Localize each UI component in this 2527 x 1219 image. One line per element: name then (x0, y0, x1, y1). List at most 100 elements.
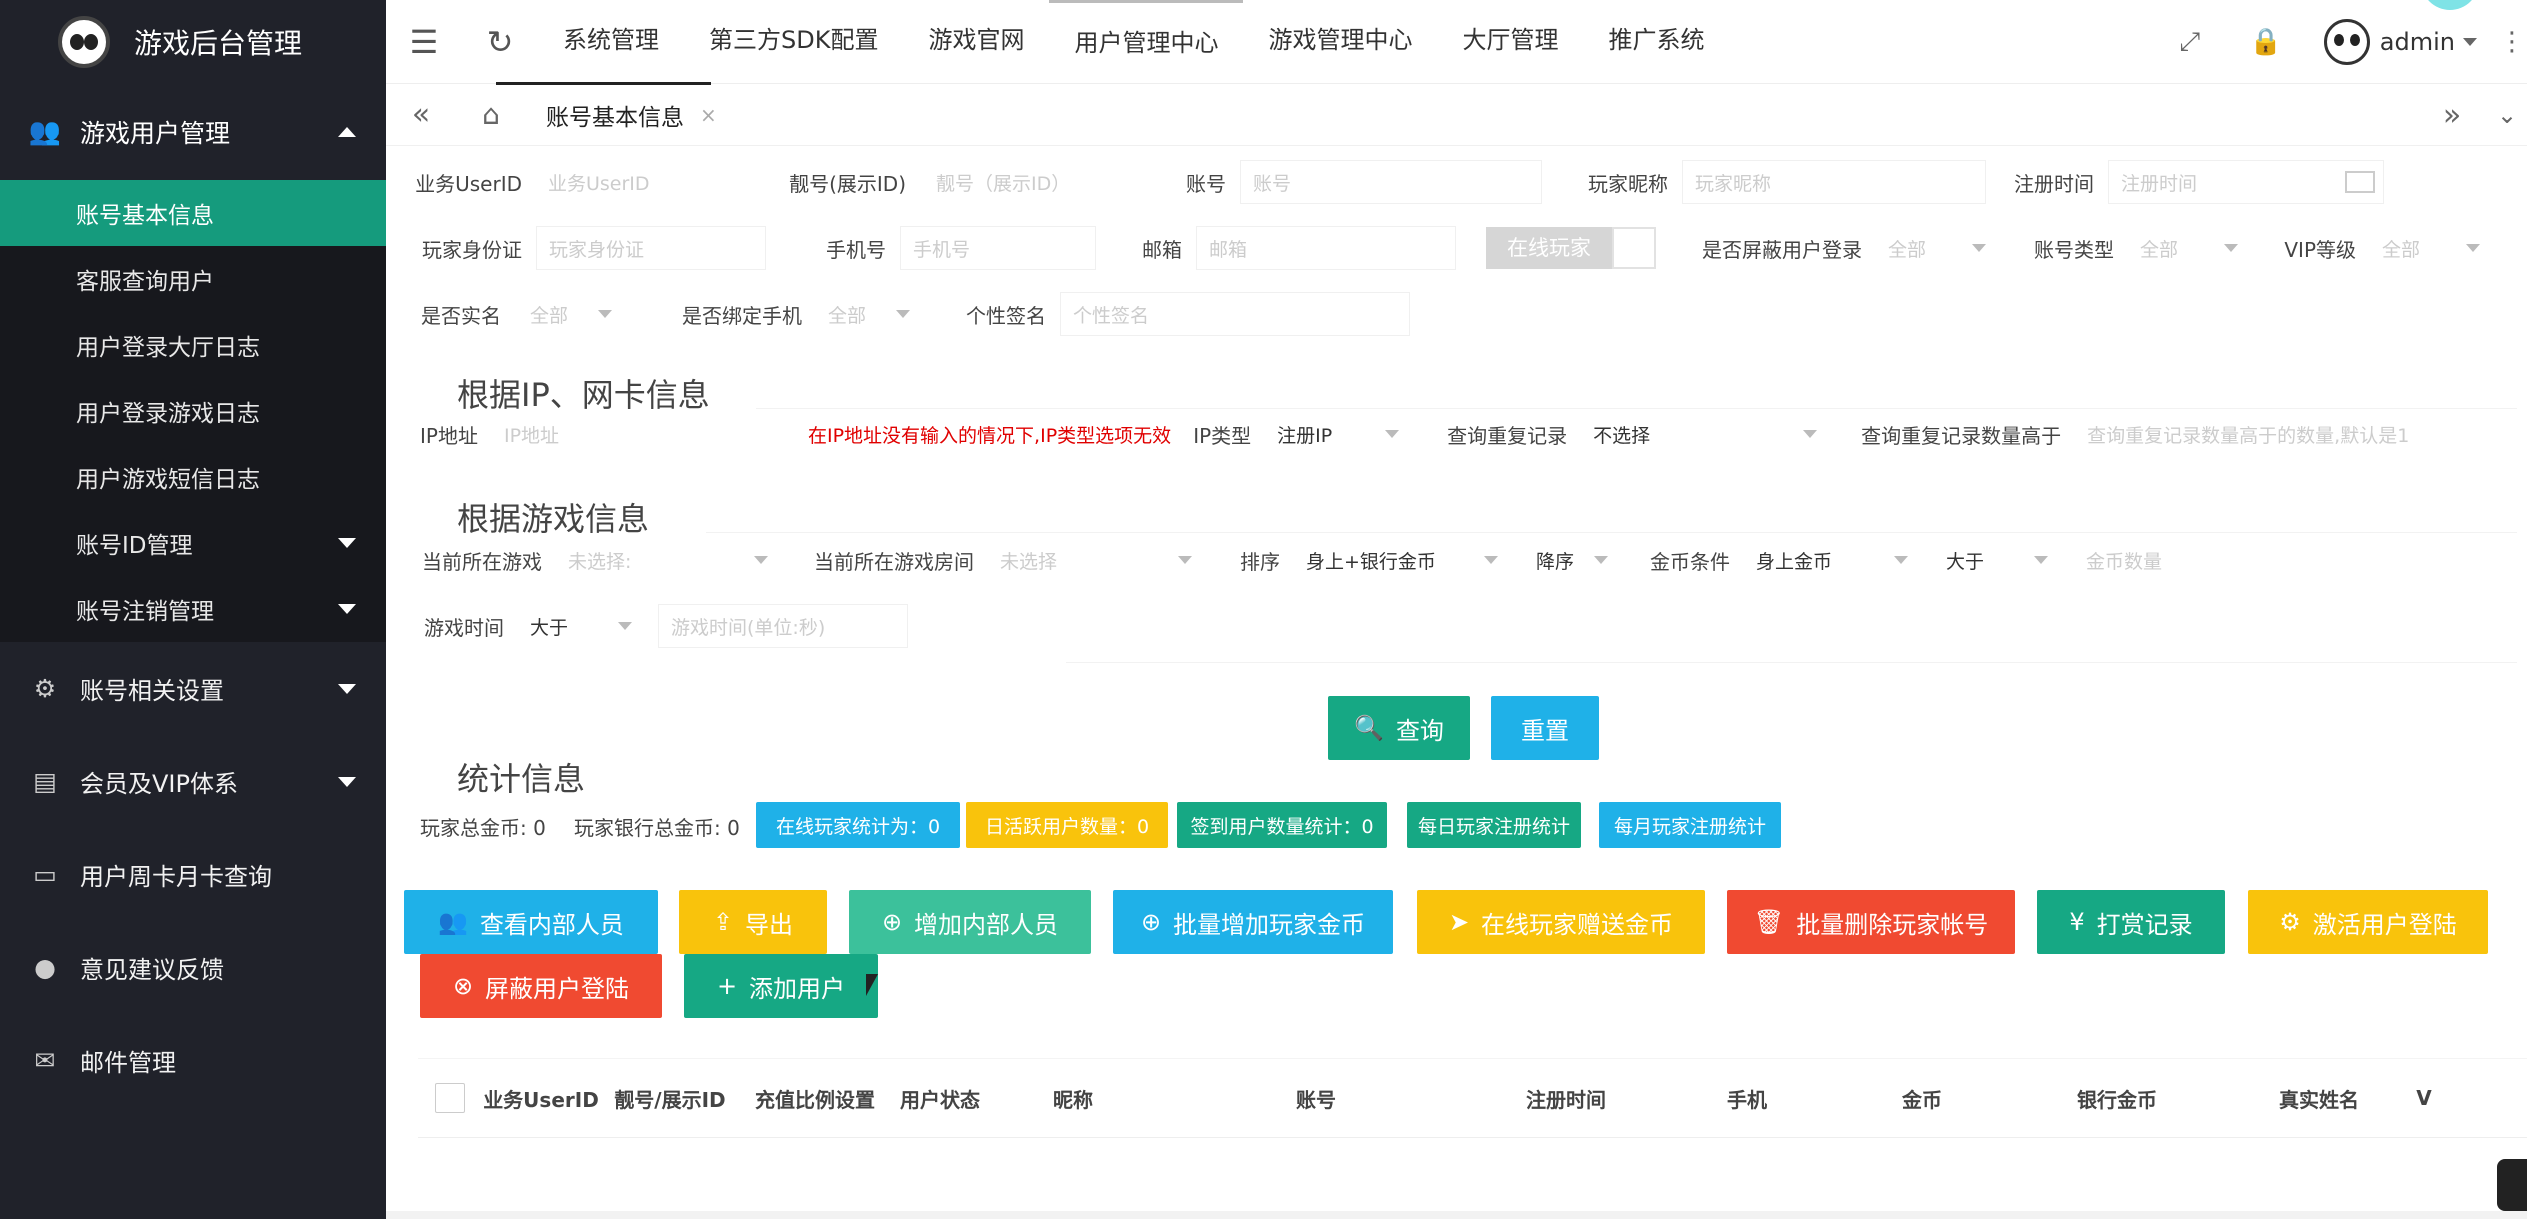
sidebar-item-lobby-login-log[interactable]: 用户登录大厅日志 (0, 312, 386, 378)
online-count-badge: 在线玩家统计为：0 (756, 802, 960, 848)
refresh-icon[interactable]: ↻ (462, 23, 538, 61)
userid-label: 业务UserID (415, 171, 522, 196)
block-login-select[interactable]: 全部 (1876, 226, 2002, 270)
col-status[interactable]: 用户状态 (890, 1084, 990, 1113)
tab-account-info[interactable]: 账号基本信息 × (496, 81, 737, 146)
register-time-placeholder: 注册时间 (2121, 172, 2198, 195)
view-internal-staff-button[interactable]: 👥 查看内部人员 (404, 890, 658, 954)
nickname-input[interactable]: 玩家昵称 (1682, 160, 1986, 204)
bind-phone-select[interactable]: 全部 (816, 292, 926, 336)
sort-select[interactable]: 身上+银行金币 (1294, 538, 1514, 582)
sidebar-item-feedback[interactable]: ● 意见建议反馈 (0, 921, 386, 1014)
ip-input[interactable]: IP地址 (492, 412, 792, 456)
tab-scroll-left-icon[interactable]: « (386, 97, 456, 132)
activate-login-button[interactable]: ⚙ 激活用户登陆 (2248, 890, 2488, 954)
email-input[interactable]: 邮箱 (1196, 226, 1456, 270)
col-pretty-id[interactable]: 靓号/展示ID (600, 1084, 740, 1113)
tab-scroll-right-icon[interactable]: » (2417, 98, 2487, 133)
nav-game-center[interactable]: 游戏管理中心 (1243, 0, 1437, 84)
col-vip[interactable]: V (2410, 1086, 2438, 1110)
select-all-checkbox[interactable] (435, 1083, 465, 1113)
current-game-select[interactable]: 未选择: (556, 538, 784, 582)
pretty-id-input[interactable]: 靓号（展示ID） (924, 160, 1124, 204)
daily-active-badge: 日活跃用户数量：0 (966, 802, 1168, 848)
game-time-compare-select[interactable]: 大于 (518, 604, 648, 648)
realname-select[interactable]: 全部 (518, 292, 628, 336)
sidebar-item-mail[interactable]: ✉ 邮件管理 (0, 1014, 386, 1107)
game-time-input[interactable]: 游戏时间(单位:秒) (658, 604, 908, 648)
reset-button[interactable]: 重置 (1491, 696, 1599, 760)
col-real-name[interactable]: 真实姓名 (2228, 1084, 2410, 1113)
nav-promotion[interactable]: 推广系统 (1583, 0, 1729, 84)
query-button[interactable]: 🔍 查询 (1328, 696, 1470, 760)
sidebar-item-week-month-card[interactable]: ▭ 用户周卡月卡查询 (0, 828, 386, 921)
nav-lobby[interactable]: 大厅管理 (1437, 0, 1583, 84)
block-login-label: 是否屏蔽用户登录 (1702, 237, 1862, 262)
chevron-down-icon[interactable]: ⌄ (2487, 101, 2527, 129)
sidebar-item-account-cancel[interactable]: 账号注销管理 (0, 576, 386, 642)
col-register-time[interactable]: 注册时间 (1476, 1084, 1656, 1113)
nav-website[interactable]: 游戏官网 (903, 0, 1049, 84)
sidebar-item-game-login-log[interactable]: 用户登录游戏日志 (0, 378, 386, 444)
daily-register-button[interactable]: 每日玩家注册统计 (1407, 802, 1581, 848)
fullscreen-icon[interactable]: ⤢ (2152, 27, 2228, 58)
gold-amount-input[interactable]: 金币数量 (2074, 538, 2374, 582)
sidebar-item-vip[interactable]: ▤ 会员及VIP体系 (0, 735, 386, 828)
col-gold[interactable]: 金币 (1838, 1084, 2006, 1113)
bottom-scrollbar[interactable] (386, 1211, 2527, 1219)
email-label: 邮箱 (1142, 237, 1182, 262)
monthly-register-button[interactable]: 每月玩家注册统计 (1599, 802, 1781, 848)
ip-type-select[interactable]: 注册IP (1265, 412, 1416, 456)
col-bank-gold[interactable]: 银行金币 (2006, 1084, 2228, 1113)
gold-condition-select[interactable]: 身上金币 (1744, 538, 1924, 582)
sort-label: 排序 (1240, 549, 1280, 574)
search-icon: 🔍 (1354, 714, 1384, 742)
col-account[interactable]: 账号 (1156, 1084, 1476, 1113)
lock-icon[interactable]: 🔒 (2228, 27, 2304, 57)
export-button[interactable]: ⇪ 导出 (679, 890, 827, 954)
col-phone[interactable]: 手机 (1656, 1084, 1838, 1113)
menu-collapse-icon[interactable]: ☰ (386, 23, 462, 61)
account-input[interactable]: 账号 (1240, 160, 1542, 204)
online-gift-gold-button[interactable]: ➤ 在线玩家赠送金币 (1417, 890, 1705, 954)
button-label: 屏蔽用户登陆 (485, 974, 630, 1003)
add-user-button[interactable]: + 添加用户 (684, 954, 878, 1018)
userid-input[interactable]: 业务UserID (536, 160, 736, 204)
more-vertical-icon[interactable]: ⋮ (2497, 27, 2527, 57)
sidebar-item-account-info[interactable]: 账号基本信息 (0, 180, 386, 246)
col-recharge-ratio[interactable]: 充值比例设置 (740, 1084, 890, 1113)
app-logo: 游戏后台管理 (0, 0, 386, 84)
gold-compare-select[interactable]: 大于 (1934, 538, 2064, 582)
col-userid[interactable]: 业务UserID (482, 1084, 600, 1113)
add-internal-staff-button[interactable]: ⊕ 增加内部人员 (849, 890, 1091, 954)
sidebar-item-service-query[interactable]: 客服查询用户 (0, 246, 386, 312)
duplicate-count-input[interactable]: 查询重复记录数量高于的数量,默认是1 (2075, 412, 2432, 456)
register-time-input[interactable]: 注册时间 (2108, 160, 2384, 204)
home-icon[interactable]: ⌂ (456, 98, 526, 131)
signature-input[interactable]: 个性签名 (1060, 292, 1410, 336)
idcard-input[interactable]: 玩家身份证 (536, 226, 766, 270)
nav-user-center[interactable]: 用户管理中心 (1049, 0, 1244, 84)
current-room-select[interactable]: 未选择 (988, 538, 1208, 582)
nav-sdk[interactable]: 第三方SDK配置 (684, 0, 903, 84)
close-icon[interactable]: × (700, 103, 717, 127)
signin-count-badge: 签到用户数量统计：0 (1177, 802, 1387, 848)
col-nickname[interactable]: 昵称 (990, 1084, 1156, 1113)
order-select[interactable]: 降序 (1524, 538, 1624, 582)
sidebar-item-sms-log[interactable]: 用户游戏短信日志 (0, 444, 386, 510)
batch-delete-accounts-button[interactable]: 🗑 批量删除玩家帐号 (1727, 890, 2015, 954)
duplicate-select[interactable]: 不选择 (1581, 412, 1834, 456)
nav-system[interactable]: 系统管理 (538, 0, 684, 84)
sidebar-item-account-settings[interactable]: ⚙ 账号相关设置 (0, 642, 386, 735)
tip-records-button[interactable]: ¥ 打赏记录 (2037, 890, 2225, 954)
account-type-select[interactable]: 全部 (2128, 226, 2254, 270)
phone-input[interactable]: 手机号 (900, 226, 1096, 270)
batch-add-gold-button[interactable]: ⊕ 批量增加玩家金币 (1113, 890, 1393, 954)
online-player-toggle[interactable]: 在线玩家 (1486, 227, 1656, 269)
sidebar-group-user-management[interactable]: 👥 游戏用户管理 (0, 84, 386, 180)
sidebar-submenu: 账号基本信息 客服查询用户 用户登录大厅日志 用户登录游戏日志 用户游戏短信日志… (0, 180, 386, 642)
vip-level-select[interactable]: 全部 (2370, 226, 2496, 270)
user-menu[interactable]: admin (2304, 19, 2497, 65)
sidebar-item-account-id[interactable]: 账号ID管理 (0, 510, 386, 576)
block-login-button[interactable]: ⊗ 屏蔽用户登陆 (420, 954, 662, 1018)
